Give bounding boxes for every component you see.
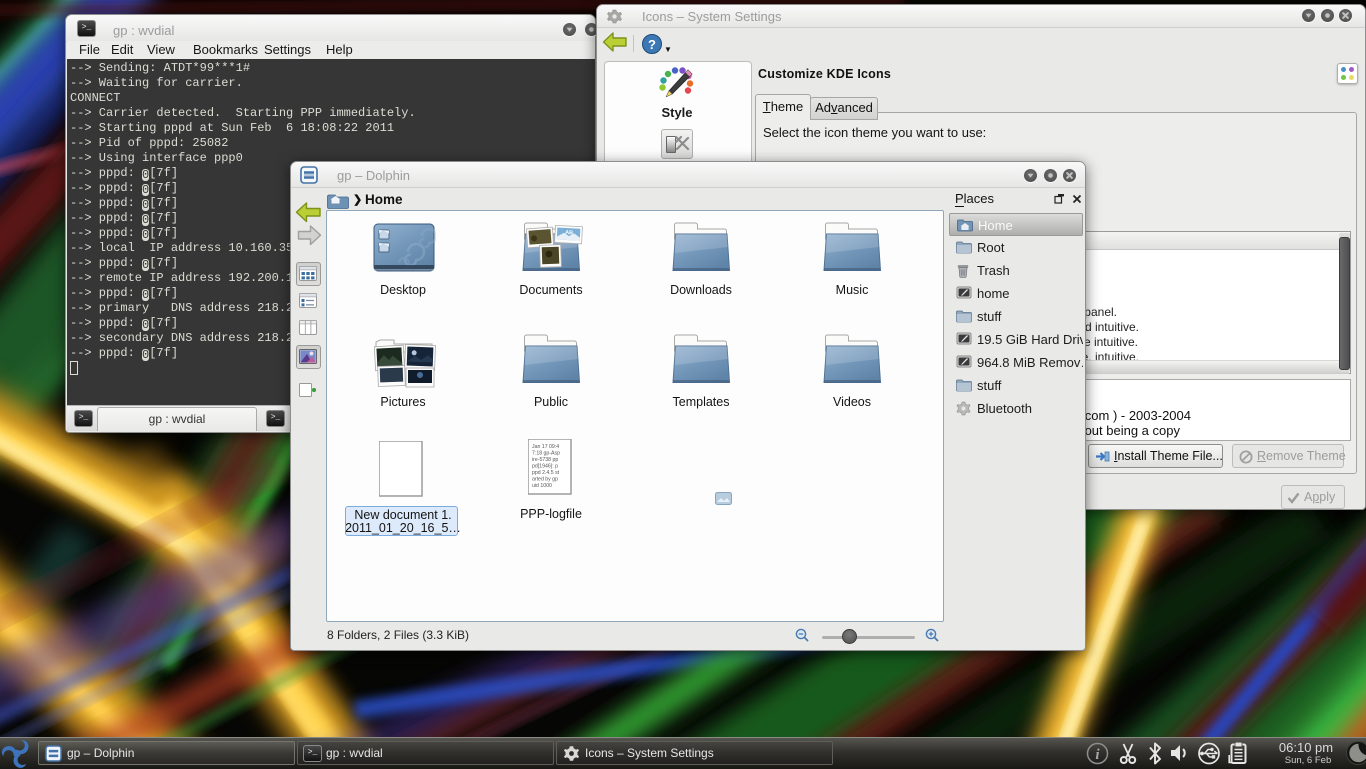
svg-text:7:18 gp-Asp: 7:18 gp-Asp — [532, 451, 560, 457]
svg-text:i: i — [1095, 747, 1100, 763]
svg-text:ire-5738 pp: ire-5738 pp — [532, 457, 558, 463]
svg-text:?: ? — [648, 37, 656, 52]
svg-text:ppd 2.4.5 st: ppd 2.4.5 st — [532, 470, 560, 476]
svg-text:AB: AB — [565, 230, 573, 236]
svg-text:pd[1946]: p: pd[1946]: p — [532, 464, 558, 470]
svg-text:uid 1000: uid 1000 — [532, 483, 552, 489]
svg-text:Jan 17 09:4: Jan 17 09:4 — [532, 444, 559, 450]
svg-text:arted by gp: arted by gp — [532, 477, 558, 483]
